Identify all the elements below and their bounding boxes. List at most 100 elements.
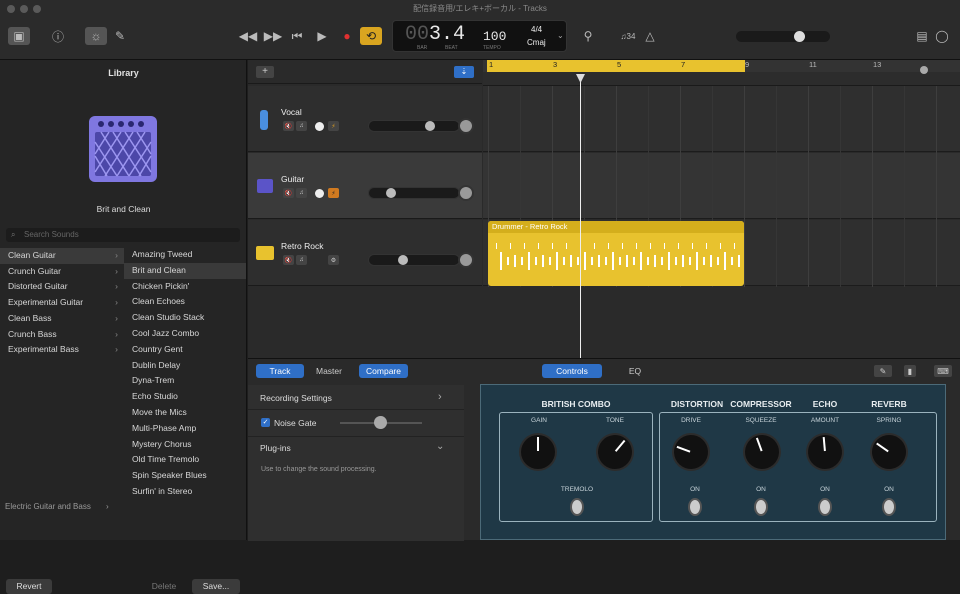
recording-settings[interactable]: Recording Settings (260, 393, 332, 403)
sound-item[interactable]: Dublin Delay (124, 358, 246, 374)
drum-hit (668, 252, 670, 270)
sound-item[interactable]: Clean Studio Stack (124, 310, 246, 326)
category-label: Distorted Guitar (8, 281, 68, 292)
catch-playhead-icon[interactable]: ⇣ (454, 66, 474, 78)
notepad-icon[interactable]: ▤ (912, 27, 932, 45)
sound-item[interactable]: Chicken Pickin' (124, 279, 246, 295)
category-item[interactable]: Experimental Bass › (0, 342, 124, 358)
sound-item[interactable]: Dyna-Trem (124, 373, 246, 389)
sound-item[interactable]: Old Time Tremolo (124, 452, 246, 468)
sound-item[interactable]: Brit and Clean (124, 262, 246, 279)
pan-knob[interactable] (458, 185, 474, 201)
echo-switch[interactable] (818, 498, 832, 516)
loop-browser-icon[interactable]: ◯ (932, 27, 952, 45)
record-enable-button[interactable] (315, 189, 324, 198)
tab-track[interactable]: Track (256, 364, 304, 378)
drum-hit (577, 257, 579, 265)
record-icon[interactable]: ● (337, 27, 357, 45)
tab-controls[interactable]: Controls (542, 364, 602, 378)
add-track-button[interactable]: + (256, 66, 274, 78)
library-footer[interactable]: Electric Guitar and Bass (5, 502, 91, 511)
chevron-right-icon[interactable]: › (438, 391, 442, 403)
info-icon[interactable]: ▮ (904, 365, 916, 377)
reverb-title: REVERB (871, 399, 907, 409)
volume-slider[interactable] (368, 187, 460, 199)
category-item[interactable]: Crunch Guitar › (0, 264, 124, 280)
cycle-icon[interactable]: ⟲ (360, 27, 382, 45)
distortion-switch[interactable] (688, 498, 702, 516)
category-item[interactable]: Clean Guitar › (0, 248, 124, 264)
editor-icon[interactable]: ✎ (110, 27, 130, 45)
sound-item[interactable]: Spin Speaker Blues (124, 468, 246, 484)
metronome-icon[interactable]: △ (640, 27, 660, 45)
record-enable-button[interactable] (315, 122, 324, 131)
mute-icon[interactable]: 🔇 (283, 255, 294, 265)
go-to-start-icon[interactable]: ⏮ (287, 27, 307, 45)
fast-forward-icon[interactable]: ▶▶ (263, 27, 283, 45)
track-header-vocal[interactable]: Vocal 🔇 ♫ ⚡ (248, 86, 482, 152)
sound-item[interactable]: Clean Echoes (124, 294, 246, 310)
reverb-switch[interactable] (882, 498, 896, 516)
sound-item[interactable]: Mystery Chorus (124, 437, 246, 453)
gain-knob[interactable] (521, 435, 555, 469)
delete-button[interactable]: Delete (144, 579, 184, 594)
category-item[interactable]: Experimental Guitar › (0, 295, 124, 311)
tremolo-switch[interactable] (570, 498, 584, 516)
count-in-display[interactable]: ♫34 (615, 27, 641, 45)
headphones-icon[interactable]: ♫ (296, 121, 307, 131)
lcd-display[interactable]: 00 3.4 BAR BEAT 100 TEMPO 4/4 Cmaj ⌄ (392, 20, 567, 52)
mute-icon[interactable]: 🔇 (283, 121, 294, 131)
tuner-icon[interactable]: ⚲ (578, 27, 598, 45)
track-header-retro-rock[interactable]: Retro Rock 🔇 ♫ ⚙ (248, 220, 482, 286)
volume-slider[interactable] (368, 254, 460, 266)
noise-gate-checkbox[interactable]: ✓ (261, 418, 270, 427)
rewind-icon[interactable]: ◀◀ (238, 27, 258, 45)
keyboard-icon[interactable]: ⌨ (934, 365, 952, 377)
sound-item[interactable]: Amazing Tweed (124, 247, 246, 263)
monitor-icon[interactable]: ⚡ (328, 188, 339, 198)
chevron-down-icon[interactable]: ⌄ (436, 441, 444, 452)
sound-item[interactable]: Surfin' in Stereo (124, 484, 246, 500)
tab-master[interactable]: Master (306, 364, 352, 378)
track-header-guitar[interactable]: Guitar 🔇 ♫ ⚡ (248, 153, 482, 219)
monitor-icon[interactable]: ⚡ (328, 121, 339, 131)
drummer-settings-icon[interactable]: ⚙ (328, 255, 339, 265)
plugins-header[interactable]: Plug-ins (260, 443, 291, 453)
play-icon[interactable]: ▶ (312, 27, 332, 45)
drum-hit (636, 243, 637, 249)
pan-knob[interactable] (458, 118, 474, 134)
noise-gate-knob[interactable] (374, 416, 387, 429)
track-lane-vocal[interactable] (483, 86, 960, 152)
chevron-down-icon[interactable]: ⌄ (557, 31, 564, 40)
help-icon[interactable]: ⓘ (48, 27, 68, 45)
sound-item[interactable]: Country Gent (124, 342, 246, 358)
category-item[interactable]: Crunch Bass › (0, 327, 124, 343)
track-lane-guitar[interactable] (483, 153, 960, 219)
compressor-switch[interactable] (754, 498, 768, 516)
smart-controls-icon[interactable]: ☼ (85, 27, 107, 45)
category-item[interactable]: Distorted Guitar › (0, 279, 124, 295)
playhead[interactable] (580, 74, 581, 358)
master-volume-slider[interactable] (736, 31, 830, 42)
sound-item[interactable]: Multi-Phase Amp (124, 421, 246, 437)
save-button[interactable]: Save... (192, 579, 240, 594)
zoom-slider-knob[interactable] (920, 66, 928, 74)
sound-item[interactable]: Move the Mics (124, 405, 246, 421)
timeline-ruler[interactable]: 1 3 5 7 9 11 13 (483, 60, 960, 72)
search-input[interactable]: Search Sounds (6, 228, 240, 242)
revert-button[interactable]: Revert (6, 579, 52, 594)
mute-icon[interactable]: 🔇 (283, 188, 294, 198)
headphones-icon[interactable]: ♫ (296, 255, 307, 265)
cycle-region[interactable] (487, 60, 745, 72)
library-toggle-icon[interactable]: ▣ (8, 27, 30, 45)
sound-item[interactable]: Cool Jazz Combo (124, 326, 246, 342)
sound-item[interactable]: Echo Studio (124, 389, 246, 405)
tab-eq[interactable]: EQ (608, 364, 662, 378)
tuner-tool-icon[interactable]: ✎ (874, 365, 892, 377)
volume-slider[interactable] (368, 120, 460, 132)
category-item[interactable]: Clean Bass › (0, 311, 124, 327)
pan-knob[interactable] (458, 252, 474, 268)
headphones-icon[interactable]: ♫ (296, 188, 307, 198)
compare-button[interactable]: Compare (359, 364, 408, 378)
drummer-region[interactable]: Drummer - Retro Rock (488, 221, 744, 286)
